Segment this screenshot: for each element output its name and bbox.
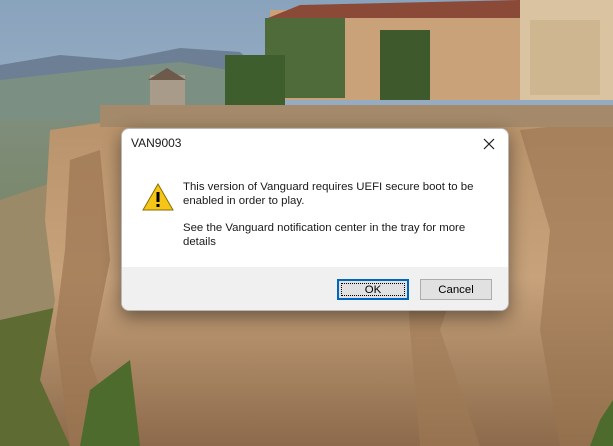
message-line-1: This version of Vanguard requires UEFI s… — [183, 181, 474, 207]
dialog-message: This version of Vanguard requires UEFI s… — [183, 181, 483, 263]
dialog-button-row: OK Cancel — [122, 267, 508, 310]
error-dialog: VAN9003 This version of Vanguard require… — [121, 128, 509, 311]
warning-icon — [142, 183, 174, 211]
close-button[interactable] — [474, 131, 504, 157]
cancel-button[interactable]: Cancel — [420, 279, 492, 300]
cancel-button-label: Cancel — [438, 283, 474, 296]
focus-rectangle — [341, 283, 405, 296]
ok-button[interactable]: OK — [337, 279, 409, 300]
message-line-2: See the Vanguard notification center in … — [183, 222, 466, 248]
close-icon — [483, 138, 495, 150]
dialog-content: This version of Vanguard requires UEFI s… — [122, 159, 508, 267]
dialog-titlebar[interactable]: VAN9003 — [122, 129, 508, 159]
dialog-title: VAN9003 — [131, 136, 182, 150]
